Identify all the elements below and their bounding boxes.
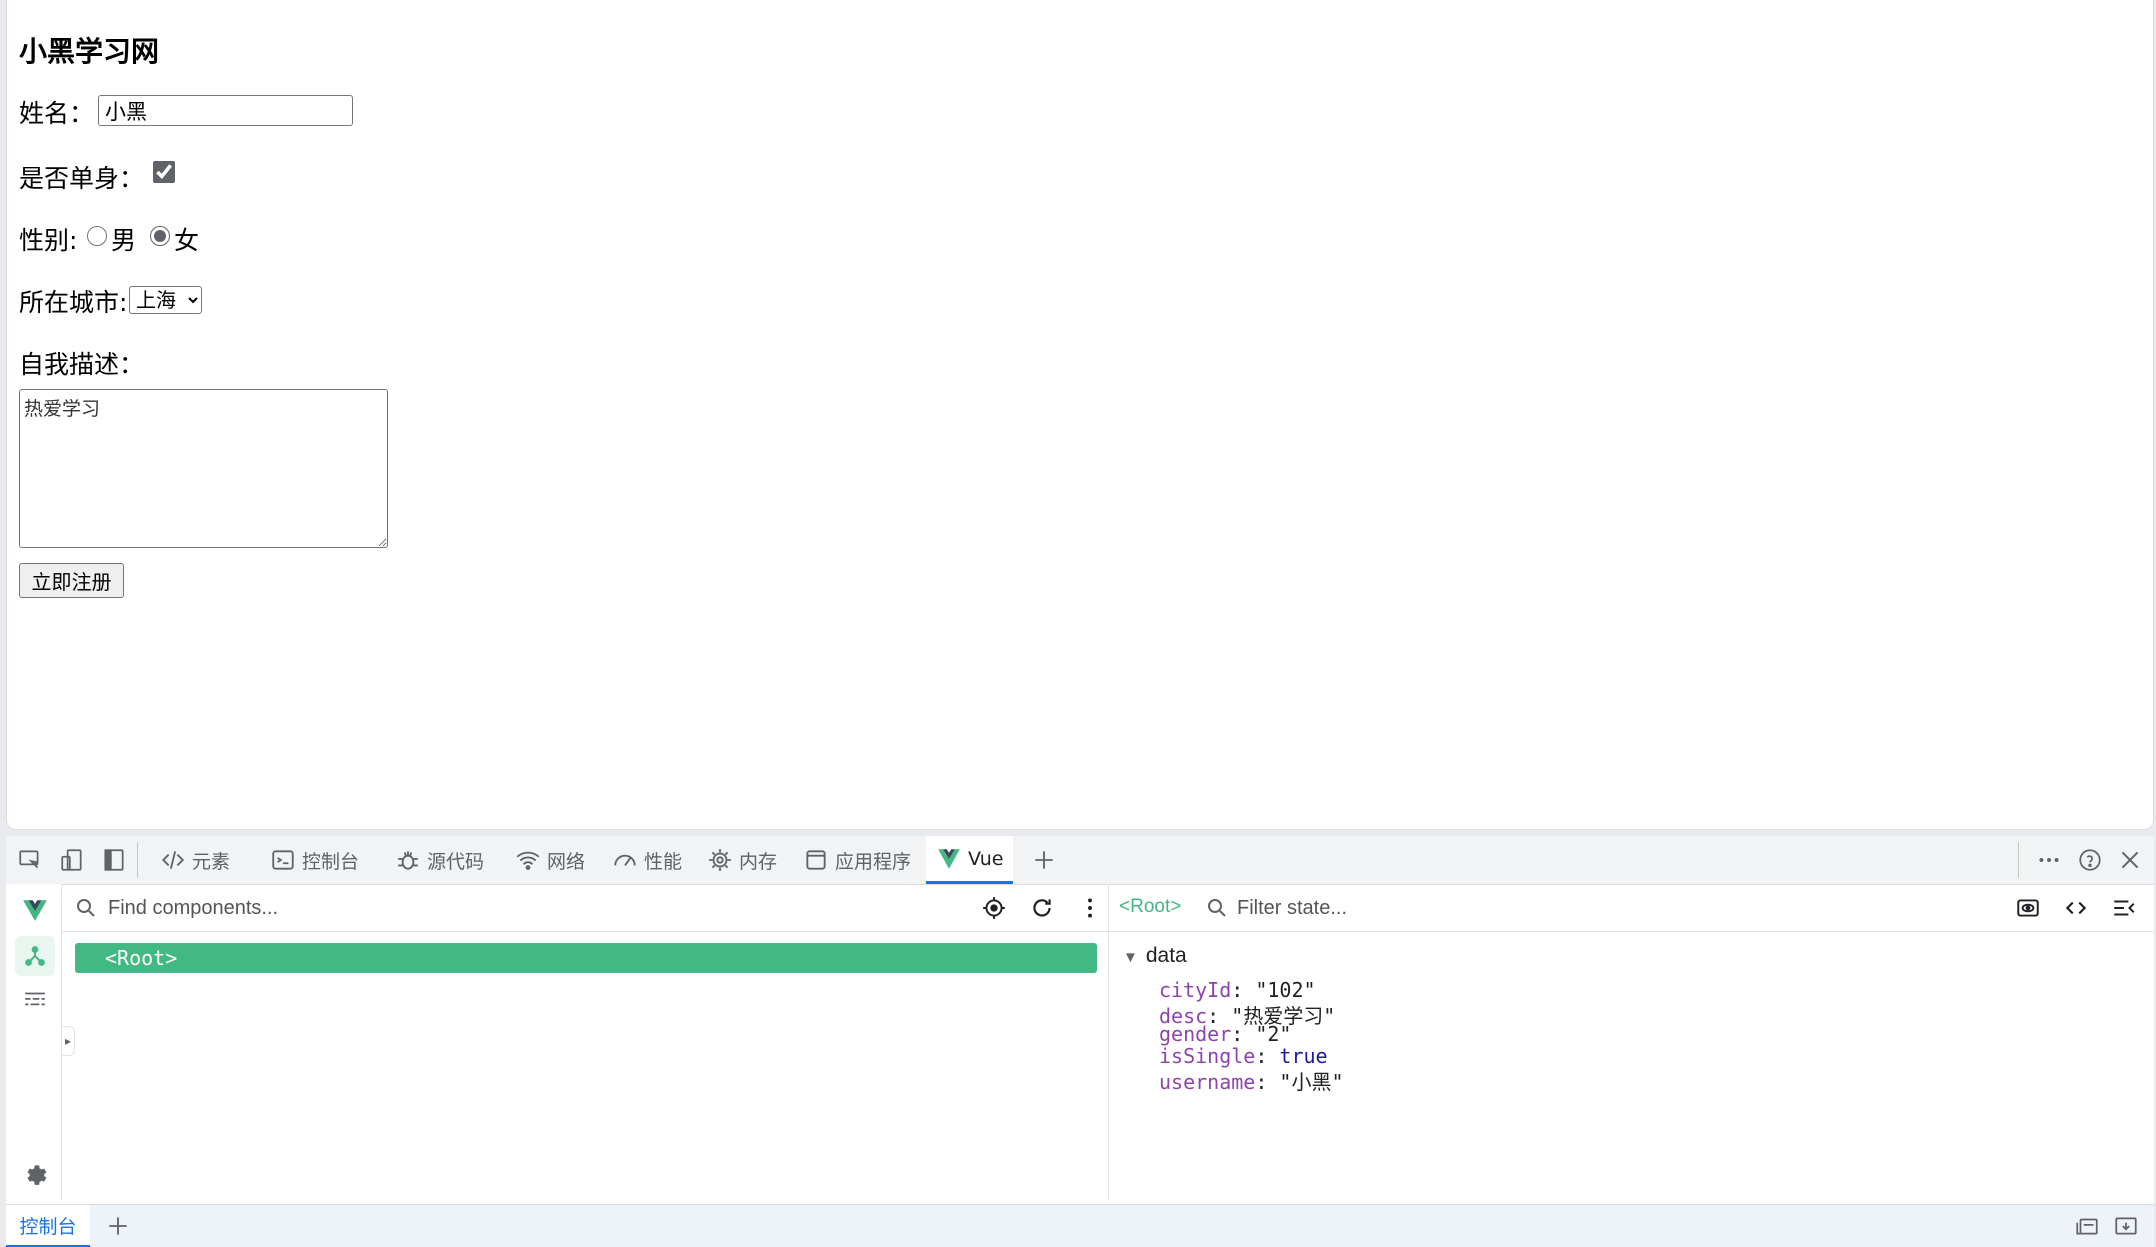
caret-down-icon: ▼ (1123, 949, 1138, 966)
undock-drawer-icon[interactable] (2073, 1212, 2101, 1240)
tab-label: 性能 (644, 850, 683, 873)
close-icon[interactable] (2116, 846, 2144, 874)
state-value: true (1279, 1044, 1328, 1068)
tab-label: Vue (968, 847, 1004, 870)
state-row-cityid[interactable]: cityId: "102" (1159, 978, 1316, 1002)
tab-label: 控制台 (302, 850, 360, 873)
devtools-panel: 元素 控制台 源代码 网络 性能 内存 应用程序 Vue Find compon… (6, 836, 2154, 1247)
inspect-dom-eye-icon[interactable] (2014, 894, 2042, 922)
bug-icon (398, 851, 418, 870)
drawer-tab-console[interactable]: 控制台 (6, 1205, 90, 1247)
state-value: "2" (1255, 1022, 1292, 1046)
components-pane: <Root> ▸ (62, 884, 1109, 1200)
data-section-header[interactable]: ▼ data (1123, 944, 1187, 968)
single-checkbox[interactable] (153, 161, 175, 183)
tab-sources[interactable]: 源代码 (395, 836, 484, 884)
wifi-icon (516, 851, 540, 870)
state-row-issingle[interactable]: isSingle: true (1159, 1044, 1328, 1068)
city-select[interactable]: 上海 (129, 286, 202, 314)
desc-label: 自我描述： (19, 350, 145, 379)
tab-label: 源代码 (427, 850, 485, 873)
tab-application[interactable]: 应用程序 (803, 836, 911, 884)
description-textarea[interactable]: 热爱学习 (19, 389, 388, 548)
tab-elements[interactable]: 元素 (160, 836, 230, 884)
single-label: 是否单身： (19, 164, 145, 193)
dock-side-icon[interactable] (100, 846, 128, 874)
device-toolbar-icon[interactable] (58, 846, 86, 874)
name-input[interactable] (98, 95, 353, 126)
vue-logo-icon (15, 890, 55, 930)
state-value: "小黑" (1279, 1070, 1344, 1094)
page-viewport: 小黑学习网 姓名： 是否单身： 性别: 男 女 所在城市: 上海 自我描述： 热… (6, 0, 2154, 830)
settings-gear-icon[interactable] (15, 1154, 55, 1194)
root-component-row[interactable]: <Root> (75, 943, 1097, 973)
tab-label: 元素 (192, 850, 231, 873)
components-search-bar (62, 884, 1108, 932)
tab-memory[interactable]: 内存 (707, 836, 777, 884)
tab-network[interactable]: 网络 (515, 836, 585, 884)
name-label: 姓名： (19, 99, 95, 128)
collapse-all-icon[interactable] (2110, 894, 2138, 922)
more-tabs-plus-icon[interactable] (1030, 846, 1058, 874)
gender-female-label: 女 (174, 226, 200, 255)
add-drawer-tab-plus-icon[interactable] (104, 1212, 132, 1240)
refresh-icon[interactable] (1028, 894, 1056, 922)
chip-icon (709, 849, 731, 871)
search-icon (1208, 899, 1226, 917)
collapse-handle-chevron-icon[interactable]: ▸ (62, 1026, 75, 1056)
console-drawer: 控制台 (6, 1204, 2154, 1247)
tab-label: 网络 (547, 850, 586, 873)
find-components-input[interactable] (106, 892, 610, 924)
help-icon[interactable] (2076, 846, 2104, 874)
console-icon (272, 850, 294, 870)
more-options-icon[interactable] (2035, 846, 2063, 874)
search-icon (77, 899, 95, 917)
select-component-target-icon[interactable] (980, 894, 1008, 922)
state-key: username (1159, 1070, 1256, 1094)
minimize-drawer-icon[interactable] (2112, 1212, 2140, 1240)
components-tree-icon[interactable] (15, 936, 55, 976)
gauge-icon (614, 854, 636, 866)
state-row-username[interactable]: username: "小黑" (1159, 1066, 1344, 1095)
page-title: 小黑学习网 (19, 35, 160, 68)
timeline-icon[interactable] (15, 980, 55, 1020)
state-header: <Root> (1109, 884, 2154, 932)
kebab-menu-icon[interactable] (1076, 894, 1104, 922)
state-inspector-pane: <Root> ▼data cityId: "102" desc: "热爱学习" … (1109, 884, 2154, 1200)
code-icon (161, 851, 185, 869)
window-icon (806, 850, 826, 870)
tab-vue[interactable]: Vue (926, 836, 1014, 884)
tab-label: 内存 (739, 850, 778, 873)
register-button[interactable]: 立即注册 (19, 563, 124, 598)
gender-female-radio[interactable] (150, 226, 170, 246)
selected-component-breadcrumb: <Root> (1119, 896, 1182, 917)
filter-state-input[interactable] (1235, 892, 1639, 924)
gender-male-label: 男 (111, 226, 137, 255)
tab-performance[interactable]: 性能 (612, 836, 682, 884)
vue-sidebar (6, 884, 62, 1200)
inspect-element-icon[interactable] (16, 846, 44, 874)
open-in-editor-icon[interactable] (2062, 894, 2090, 922)
state-row-gender[interactable]: gender: "2" (1159, 1022, 1291, 1046)
data-section-label: data (1145, 944, 1187, 967)
devtools-tabbar: 元素 控制台 源代码 网络 性能 内存 应用程序 Vue (6, 836, 2154, 885)
state-key: cityId (1159, 978, 1232, 1002)
tab-console[interactable]: 控制台 (270, 836, 359, 884)
city-label: 所在城市: (19, 288, 128, 317)
gender-male-radio[interactable] (87, 226, 107, 246)
state-key: gender (1159, 1022, 1232, 1046)
vue-logo-icon (938, 848, 960, 869)
state-key: isSingle (1159, 1044, 1256, 1068)
tabbar-divider (137, 842, 138, 878)
tabbar-divider (2018, 842, 2019, 878)
state-value: "102" (1255, 978, 1316, 1002)
gender-label: 性别: (19, 226, 78, 255)
tab-label: 应用程序 (835, 850, 912, 873)
